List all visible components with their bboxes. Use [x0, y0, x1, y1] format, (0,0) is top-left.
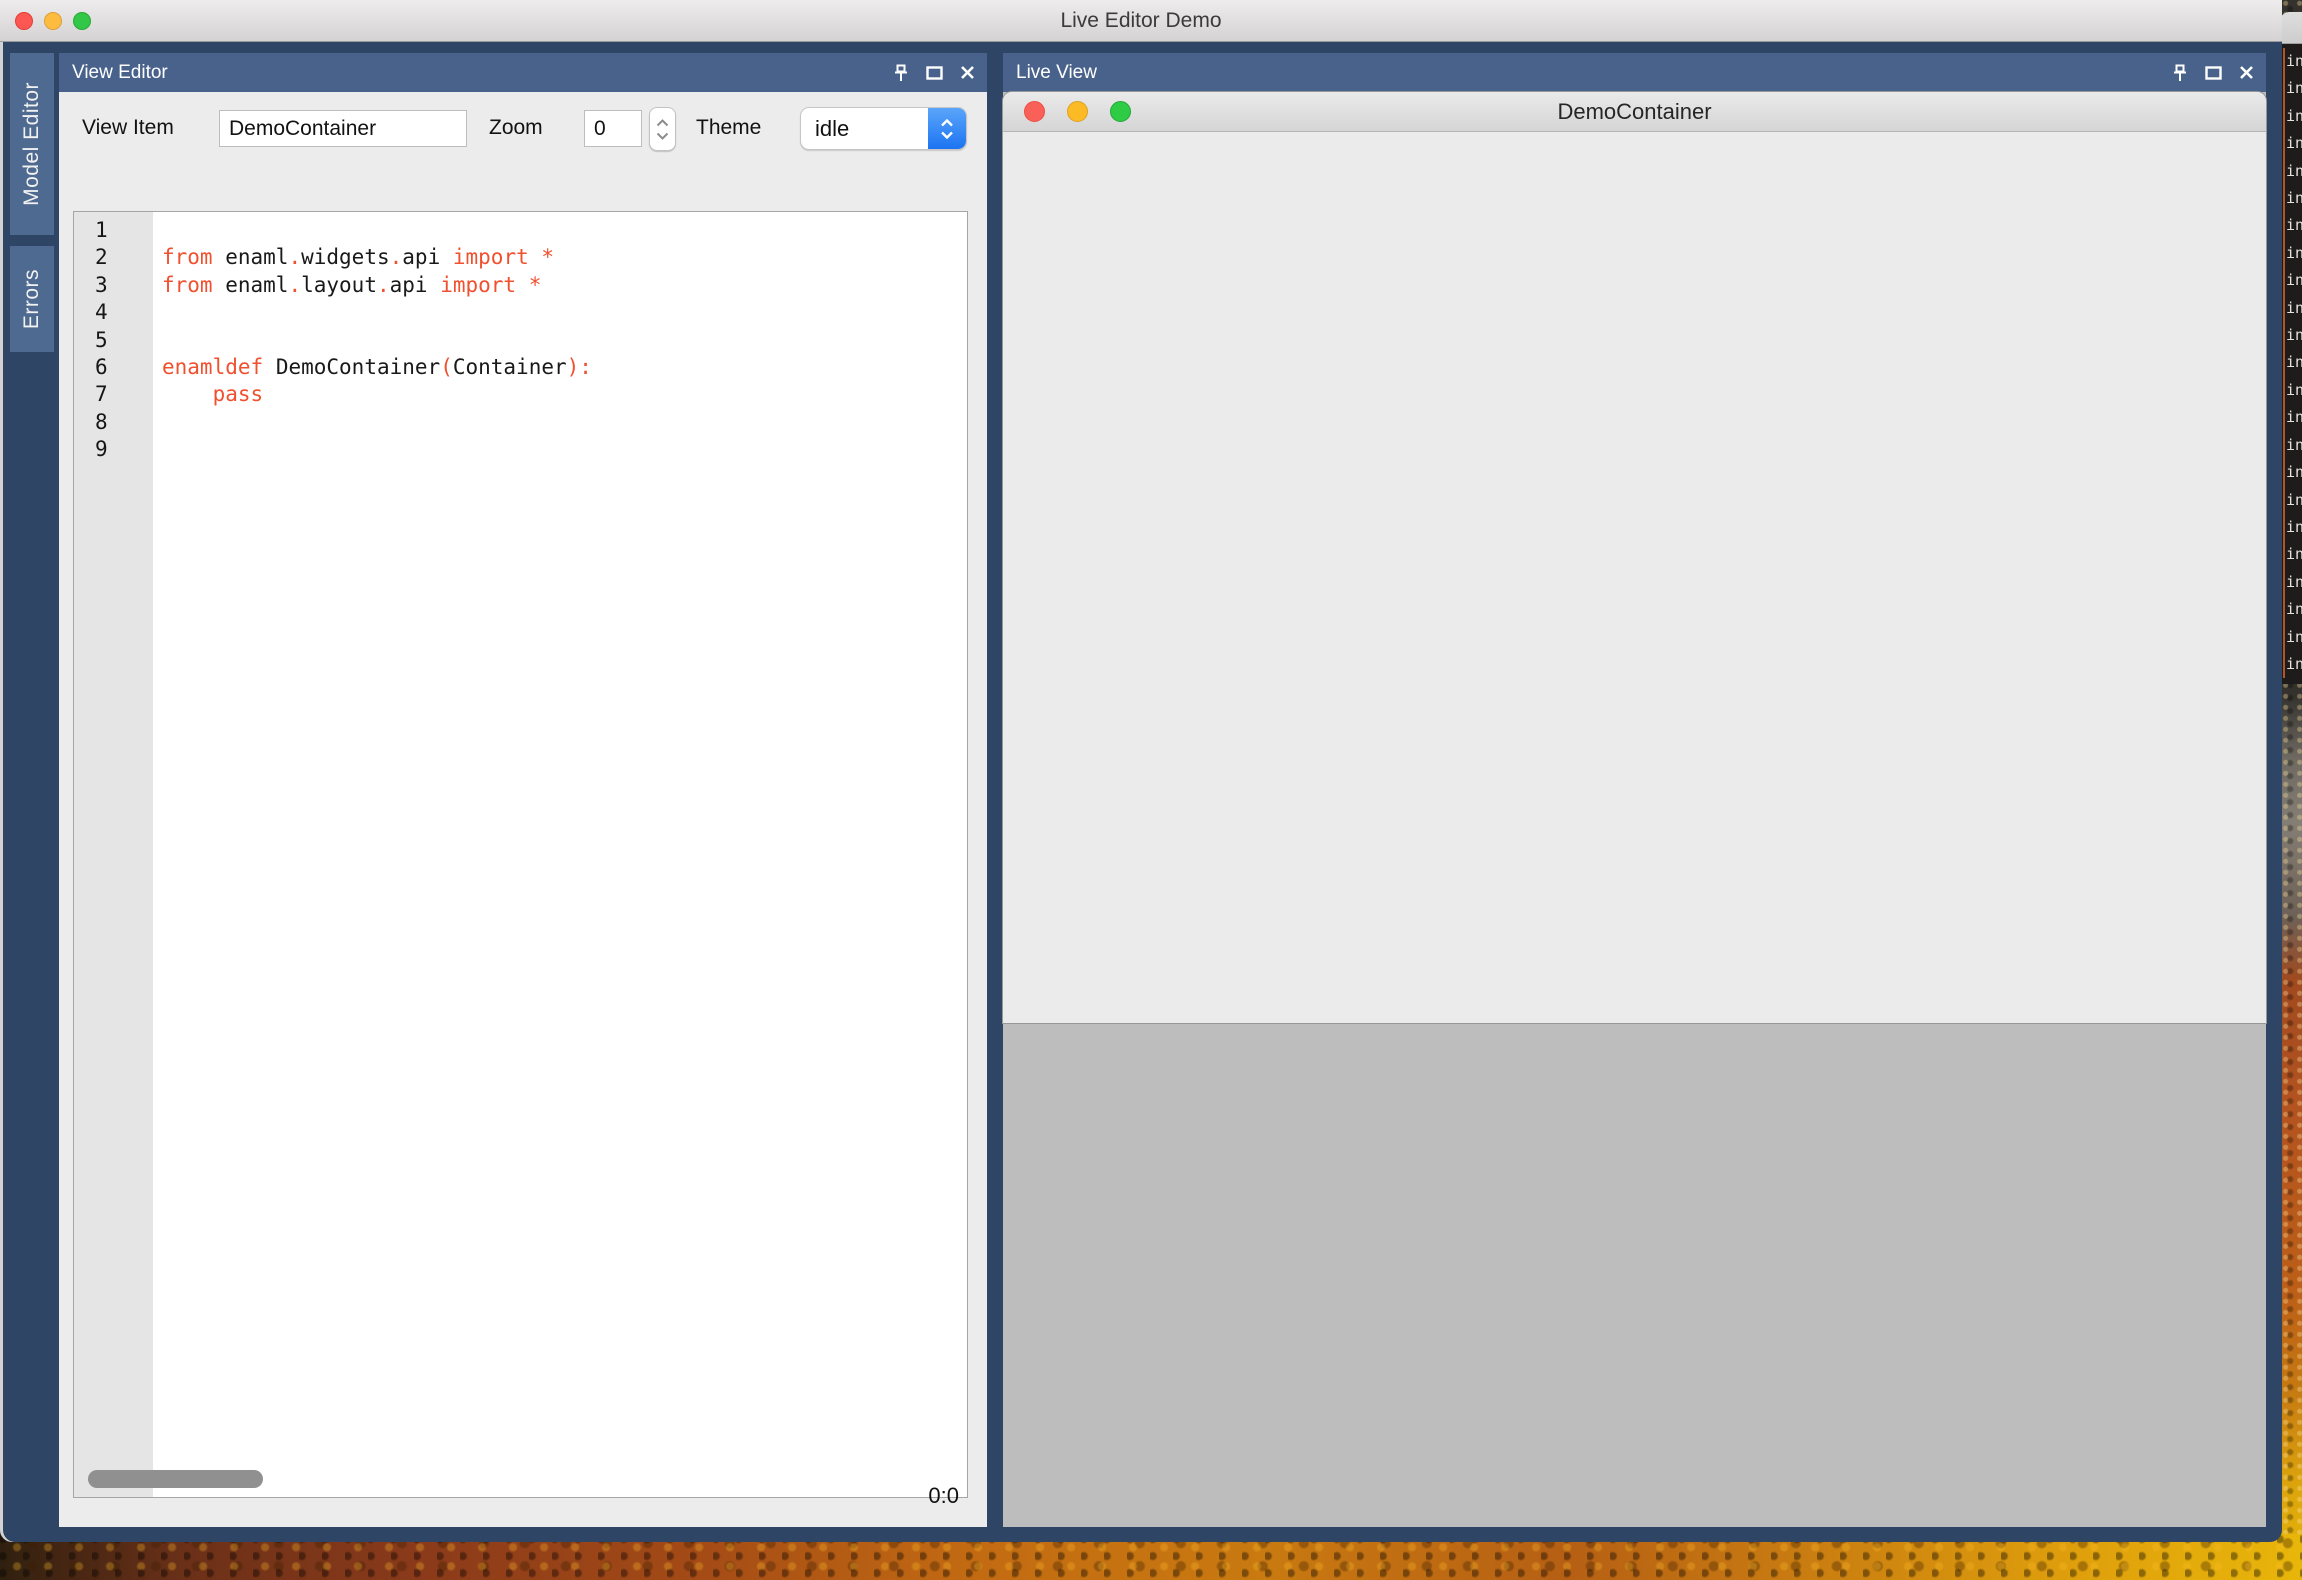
view-item-label: View Item [82, 116, 174, 140]
demo-container-window: DemoContainer [1003, 92, 2266, 1023]
demo-container-titlebar[interactable]: DemoContainer [1003, 92, 2266, 132]
window-title: Live Editor Demo [0, 0, 2282, 42]
view-editor-panel: View Editor View Item Zoom [59, 53, 987, 1527]
zoom-label: Zoom [489, 116, 543, 140]
view-editor-title: View Editor [72, 62, 168, 83]
sidebar-tab-model-editor-label: Model Editor [20, 82, 44, 206]
background-window-text-lines: ingingingingingingingingingingingingingi… [2280, 44, 2302, 678]
window-titlebar: Live Editor Demo [0, 0, 2282, 42]
background-window-sliver: ingingingingingingingingingingingingingi… [2280, 12, 2302, 684]
app-window: Live Editor Demo Model Editor Errors Vie… [0, 0, 2282, 1542]
sidebar-tab-errors[interactable]: Errors [10, 246, 54, 352]
zoom-stepper[interactable] [649, 107, 676, 151]
live-view-content: DemoContainer [1003, 92, 2266, 1527]
close-icon[interactable] [960, 65, 975, 80]
window-body: Model Editor Errors View Editor View Ite… [0, 43, 2282, 1542]
chevron-up-icon [656, 119, 669, 127]
close-icon[interactable] [2239, 65, 2254, 80]
chevron-up-icon [940, 119, 954, 127]
view-editor-content: View Item Zoom Theme idle [59, 92, 987, 1527]
live-view-titlebar[interactable]: Live View [1003, 53, 2266, 92]
cursor-position-status: 0:0 [928, 1483, 959, 1509]
theme-label: Theme [696, 116, 761, 140]
code-text[interactable]: from enaml.widgets.api import *from enam… [162, 217, 963, 464]
chevron-down-icon [940, 131, 954, 139]
code-editor[interactable]: 123456789 from enaml.widgets.api import … [73, 211, 968, 1498]
sidebar-tab-model-editor[interactable]: Model Editor [10, 53, 54, 235]
pin-icon[interactable] [2172, 64, 2188, 82]
view-editor-titlebar[interactable]: View Editor [59, 53, 987, 92]
background-window-titlebar [2280, 12, 2302, 44]
demo-container-title: DemoContainer [1003, 92, 2266, 132]
view-item-input[interactable] [219, 110, 467, 147]
line-number-gutter: 123456789 [74, 212, 153, 1497]
sidebar-tab-errors-label: Errors [20, 269, 44, 329]
live-view-title: Live View [1016, 62, 1097, 83]
demo-container-content [1003, 132, 2266, 1023]
chevron-down-icon [656, 132, 669, 140]
theme-dropdown[interactable]: idle [800, 107, 967, 150]
editor-toolbar: View Item Zoom Theme idle [59, 92, 987, 172]
horizontal-scrollbar-thumb[interactable] [88, 1470, 263, 1488]
float-icon[interactable] [926, 66, 943, 80]
theme-dropdown-value: idle [815, 108, 849, 149]
zoom-input[interactable] [584, 110, 642, 147]
pin-icon[interactable] [893, 64, 909, 82]
float-icon[interactable] [2205, 66, 2222, 80]
live-view-panel: Live View DemoContainer [1003, 53, 2266, 1527]
theme-dropdown-cap [928, 108, 966, 149]
